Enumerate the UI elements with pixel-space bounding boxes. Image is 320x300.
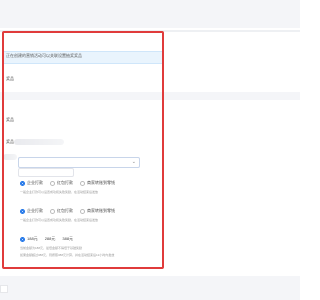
top-band [0, 0, 300, 28]
bottom-band [0, 276, 300, 300]
corner-widget [0, 285, 8, 293]
highlight-frame [2, 31, 164, 269]
